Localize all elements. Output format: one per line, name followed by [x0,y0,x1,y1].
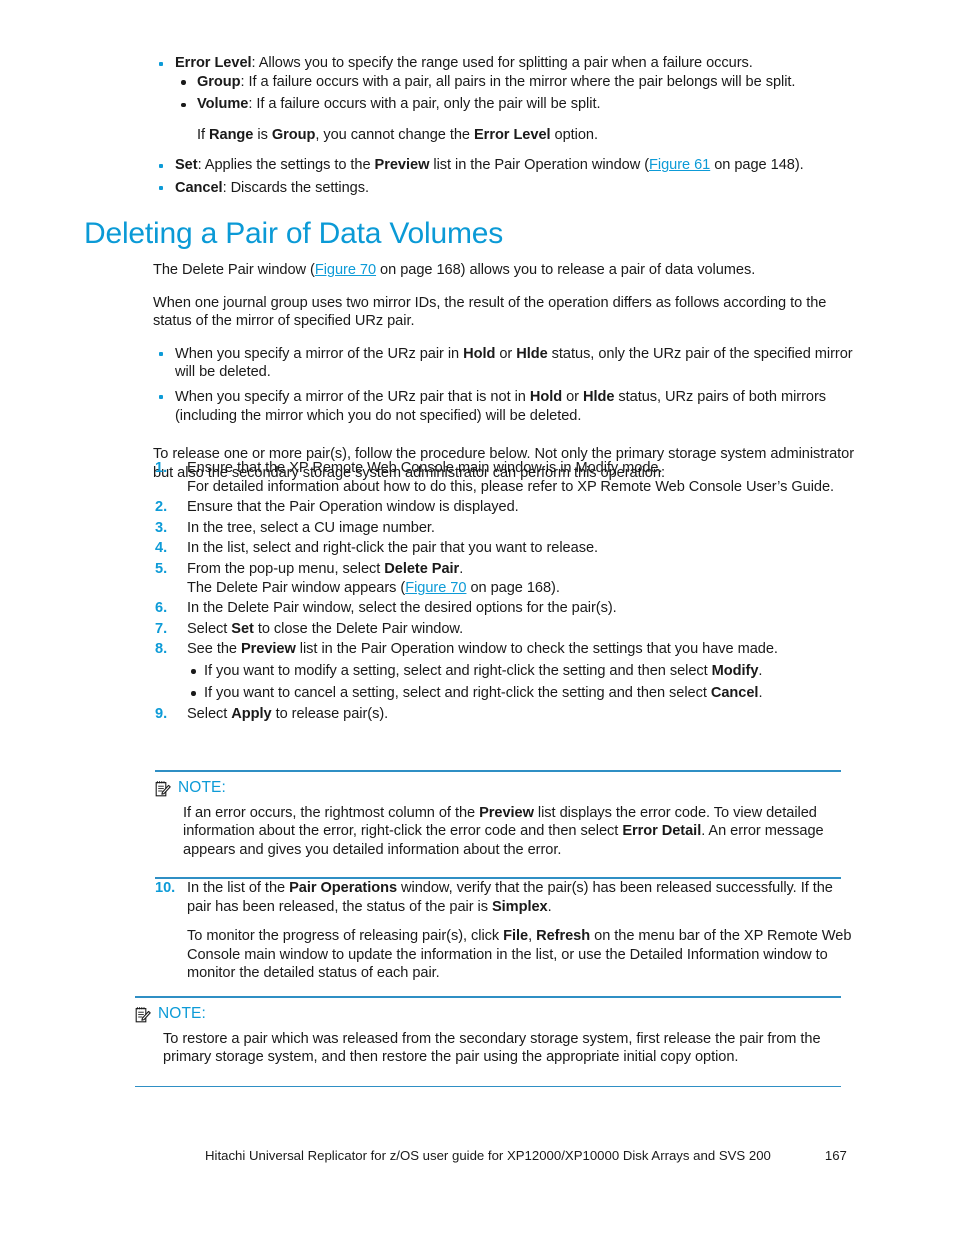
step-9-bold: Apply [231,706,272,723]
step-3-text: In the tree, select a CU image number. [187,519,435,536]
note-1-rule-top [155,770,841,772]
procedure-list-continued: 10. In the list of the Pair Operations w… [155,879,859,983]
step-5-subtext: The Delete Pair window appears (Figure 7… [187,579,560,596]
note-2-text: To restore a pair which was released fro… [163,1030,821,1066]
step-8-sub-1: If you want to modify a setting, select … [187,662,859,681]
step-7-number: 7. [155,620,168,637]
note-pencil-icon [155,780,171,796]
term-error-level: Error Level [175,55,252,71]
step-4-number: 4. [155,540,168,557]
step-3-number: 3. [155,519,168,536]
intro-bullet-1: When you specify a mirror of the URz pai… [153,345,859,382]
step-2-number: 2. [155,499,168,516]
top-bullets-block: Error Level: Allows you to specify the r… [0,54,954,198]
note-2-rule-bottom [135,1085,841,1088]
document-page: Error Level: Allows you to specify the r… [0,0,954,1235]
step-10-subtext: To monitor the progress of releasing pai… [187,928,852,982]
page-title: Deleting a Pair of Data Volumes [84,217,504,250]
page-footer: Hitachi Universal Replicator for z/OS us… [0,1148,954,1164]
note-2-rule-top [135,996,841,998]
step-10-bold-2: Simplex [491,898,548,915]
note-1-label: NOTE: [178,778,226,796]
footer-page-number: 167 [824,1148,847,1163]
step-5-number: 5. [155,560,168,577]
step-5: 5. From the pop-up menu, select Delete P… [155,560,859,597]
intro-paragraph-1: The Delete Pair window (Figure 70 on pag… [153,262,756,278]
step-5-bold: Delete Pair [384,560,460,577]
step-1: 1. Ensure that the XP Remote Web Console… [155,459,859,496]
step-8: 8. See the Preview list in the Pair Oper… [155,640,859,702]
step-6-number: 6. [155,600,168,617]
note-1-text: If an error occurs, the rightmost column… [183,804,824,858]
step-10-number: 10. [155,880,176,896]
term-group: Group [197,73,241,90]
text-error-level: : Allows you to specify the range used f… [251,55,753,71]
menu-file: File [503,928,529,945]
menu-refresh: Refresh [536,928,591,945]
term-set: Set [175,157,198,174]
procedure-steps-block: 1. Ensure that the XP Remote Web Console… [0,459,954,724]
step-8-bold: Preview [240,641,296,658]
step-6: 6. In the Delete Pair window, select the… [155,599,859,618]
footer-title: Hitachi Universal Replicator for z/OS us… [205,1148,771,1163]
step-8-sub-2: If you want to cancel a setting, select … [187,684,859,703]
link-figure-70-b[interactable]: Figure 70 [405,580,466,596]
options-bullet-list: Error Level: Allows you to specify the r… [153,54,859,198]
step-1-text: Ensure that the XP Remote Web Console ma… [187,460,663,476]
note-2-header: NOTE: [135,1005,841,1024]
range-group-note: If Range is Group, you cannot change the… [197,126,598,143]
step-9: 9. Select Apply to release pair(s). [155,706,389,723]
step-4-text: In the list, select and right-click the … [187,540,599,557]
error-level-sub-list: Group: If a failure occurs with a pair, … [175,73,859,114]
link-figure-61[interactable]: Figure 61 [649,157,710,173]
step-3: 3. In the tree, select a CU image number… [155,519,859,538]
step-7-bold: Set [231,620,254,637]
step-8-number: 8. [155,641,168,658]
step-2-text: Ensure that the Pair Operation window is… [187,499,519,516]
bullet-group: Group: If a failure occurs with a pair, … [175,73,859,92]
intro-bullet-list: When you specify a mirror of the URz pai… [153,345,859,425]
step-4: 4. In the list, select and right-click t… [155,539,859,558]
note-1-body: If an error occurs, the rightmost column… [183,804,841,860]
step-7: 7. Select Set to close the Delete Pair w… [155,620,464,637]
intro-bullet-2: When you specify a mirror of the URz pai… [153,388,859,425]
intro-block: The Delete Pair window (Figure 70 on pag… [0,261,954,482]
text-group: : If a failure occurs with a pair, all p… [240,73,796,90]
note-1-header: NOTE: [155,779,841,798]
bullet-set: Set: Applies the settings to the Preview… [153,156,859,175]
bullet-volume: Volume: If a failure occurs with a pair,… [175,95,859,114]
step-8-sub-list: If you want to modify a setting, select … [187,662,859,702]
step-10-block: 10. In the list of the Pair Operations w… [0,879,954,983]
intro-paragraph-2: When one journal group uses two mirror I… [153,294,827,330]
step-1-subtext: For detailed information about how to do… [187,478,835,495]
section-heading-wrap: Deleting a Pair of Data Volumes [0,217,954,251]
step-10: 10. In the list of the Pair Operations w… [155,879,859,983]
note-block-2: NOTE: To restore a pair which was releas… [135,996,841,1088]
note-pencil-icon [135,1006,151,1022]
step-9-number: 9. [155,706,168,723]
note-2-body: To restore a pair which was released fro… [163,1030,841,1067]
bullet-cancel: Cancel: Discards the settings. [153,179,859,198]
step-1-number: 1. [155,460,168,476]
bullet-error-level: Error Level: Allows you to specify the r… [153,54,859,144]
step-6-text: In the Delete Pair window, select the de… [187,600,617,617]
note-block-1: NOTE: If an error occurs, the rightmost … [155,770,841,879]
term-cancel: Cancel [175,179,223,196]
link-figure-70-a[interactable]: Figure 70 [315,262,376,278]
step-10-bold-1: Pair Operations [289,880,398,896]
step-2: 2. Ensure that the Pair Operation window… [155,498,859,517]
text-volume: : If a failure occurs with a pair, only … [248,96,601,113]
term-volume: Volume [197,96,249,113]
note-2-label: NOTE: [158,1004,206,1022]
procedure-list: 1. Ensure that the XP Remote Web Console… [155,459,859,724]
